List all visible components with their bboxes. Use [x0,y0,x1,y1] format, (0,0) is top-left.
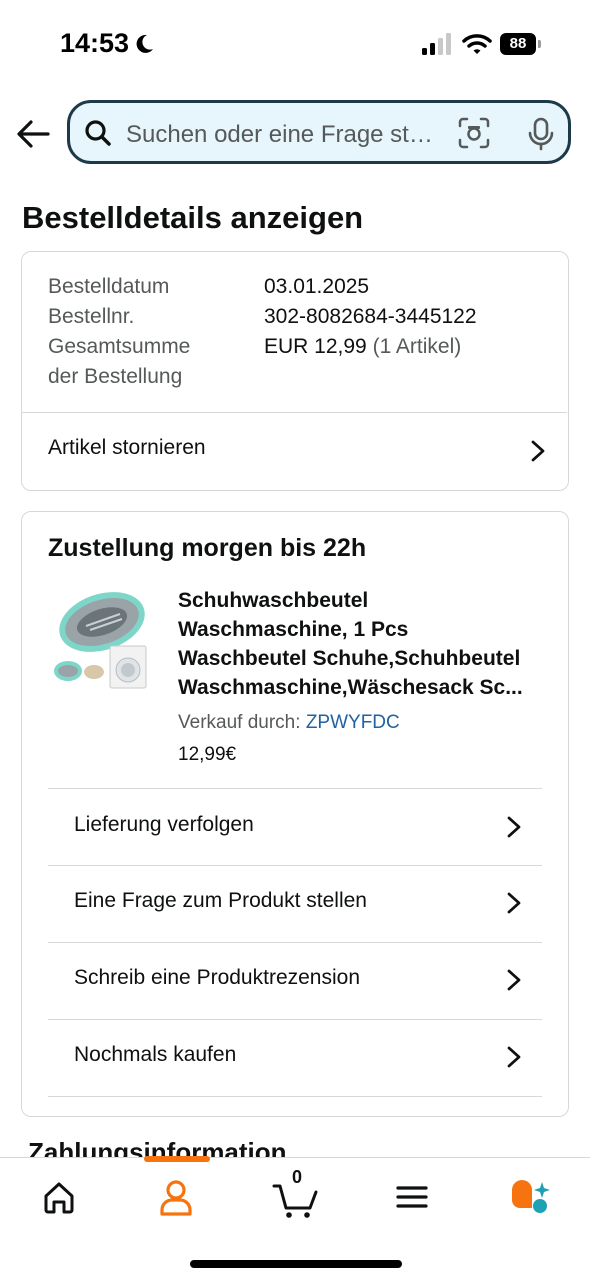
order-total-label-line2: der Bestellung [48,365,183,388]
product-title-line: Waschmaschine,Wäschesack Sc... [178,676,523,699]
battery-cap [538,40,541,48]
product-title-line: Schuhwaschbeutel [178,589,369,612]
order-summary-card: Bestelldatum 03.01.2025 Bestellnr. 302-8… [21,251,569,491]
rufus-assistant-icon[interactable] [500,1174,560,1220]
search-input[interactable]: Suchen oder eine Frage stellen [67,100,571,164]
battery-indicator: 88 [500,33,542,55]
actions-divider [48,1096,542,1097]
chevron-right-icon [507,892,521,914]
cart-count-badge: 0 [292,1167,303,1187]
write-review-row[interactable]: Schreib eine Produktrezension [48,943,542,1019]
wifi-icon [462,34,492,54]
home-indicator [190,1260,402,1268]
search-icon [85,120,111,146]
cancel-items-label: Artikel stornieren [48,436,206,459]
home-icon[interactable] [29,1174,89,1220]
chevron-right-icon [507,969,521,991]
order-date-label: Bestelldatum [48,275,170,298]
chevron-right-icon [507,1046,521,1068]
status-bar: 14:53 88 [0,0,590,90]
signal-icon [422,33,451,55]
order-date-value: 03.01.2025 [264,275,370,298]
sold-by: Verkauf durch: ZPWYFDC [178,712,400,734]
order-number-label: Bestellnr. [48,305,135,328]
search-placeholder: Suchen oder eine Frage stellen [126,121,444,148]
buy-again-label: Nochmals kaufen [74,1043,237,1066]
chevron-right-icon [507,816,521,838]
active-tab-indicator [144,1156,210,1162]
cancel-items-row[interactable]: Artikel stornieren [22,412,567,490]
order-total-amount: EUR 12,99 [264,335,367,358]
product-image[interactable] [50,584,160,696]
track-delivery-label: Lieferung verfolgen [74,813,254,836]
product-title-line: Waschmaschine, 1 Pcs [178,618,409,641]
camera-search-icon[interactable] [458,117,490,149]
track-delivery-row[interactable]: Lieferung verfolgen [48,789,542,865]
order-number-value: 302-8082684-3445122 [264,305,477,328]
order-total-label-line1: Gesamtsumme [48,335,191,358]
menu-icon[interactable] [382,1174,442,1220]
moon-icon [136,34,153,53]
order-item-count: (1 Artikel) [372,335,462,358]
sold-by-label: Verkauf durch: [178,712,301,733]
ask-question-row[interactable]: Eine Frage zum Produkt stellen [48,866,542,942]
ask-question-label: Eine Frage zum Produkt stellen [74,889,367,912]
back-arrow-icon[interactable] [14,114,54,154]
account-icon[interactable] [146,1174,206,1220]
chevron-right-icon [531,440,545,462]
product-title[interactable]: Schuhwaschbeutel Waschmaschine, 1 Pcs Wa… [178,586,548,702]
seller-link[interactable]: ZPWYFDC [306,712,400,733]
page-title: Bestelldetails anzeigen [22,200,364,235]
product-title-line: Waschbeutel Schuhe,Schuhbeutel [178,647,521,670]
microphone-icon[interactable] [526,117,556,151]
order-total-label: Gesamtsumme der Bestellung [48,332,190,392]
battery-level: 88 [500,33,536,55]
delivery-card: Zustellung morgen bis 22h Schuhwaschbeut… [21,511,569,1117]
bottom-nav: 0 [0,1156,590,1280]
delivery-heading: Zustellung morgen bis 22h [48,534,367,562]
buy-again-row[interactable]: Nochmals kaufen [48,1020,542,1096]
status-time: 14:53 [60,28,130,58]
product-price: 12,99€ [178,744,237,765]
write-review-label: Schreib eine Produktrezension [74,966,361,989]
order-total-value: EUR 12,99 (1 Artikel) [264,332,461,362]
